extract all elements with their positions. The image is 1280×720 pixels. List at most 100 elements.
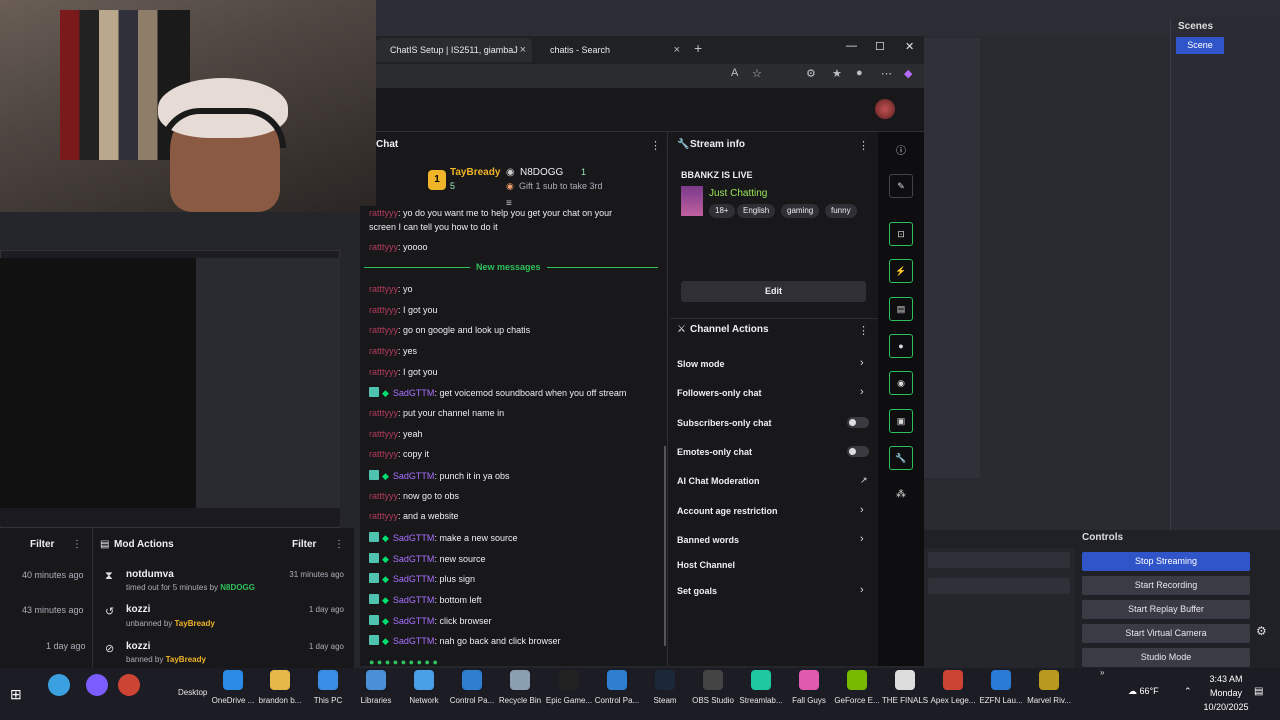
diamond-badge-icon[interactable]: ◆ — [382, 616, 389, 627]
add-shortcut-icon[interactable]: ⁂ — [896, 489, 906, 500]
studio-mode-button[interactable]: Studio Mode — [1082, 648, 1250, 667]
broadcast-icon[interactable]: ◉ — [889, 371, 913, 395]
chat-username[interactable]: SadGTTM — [393, 574, 435, 584]
start-replay-buffer-button[interactable]: Start Replay Buffer — [1082, 600, 1250, 619]
chat-username[interactable]: ratttyyy — [369, 284, 398, 294]
avatar[interactable] — [875, 99, 895, 119]
maximize-icon[interactable]: ☐ — [875, 40, 885, 53]
close-icon[interactable]: ✕ — [905, 40, 914, 53]
diamond-badge-icon[interactable]: ◆ — [382, 471, 389, 482]
taskbar-app-9[interactable]: Steam — [641, 670, 689, 705]
tab-chatis-setup[interactable]: ChatIS Setup | IS2511, giambaJ × — [376, 38, 532, 62]
channel-action-2[interactable]: Subscribers-only chat — [677, 418, 772, 428]
chrome-icon[interactable] — [118, 674, 140, 696]
channel-action-5[interactable]: Account age restriction — [677, 506, 778, 516]
chat-username[interactable]: ratttyyy — [369, 242, 398, 252]
diamond-badge-icon[interactable]: ◆ — [382, 388, 389, 399]
sub-badge-icon[interactable] — [369, 532, 379, 542]
toggle-switch[interactable] — [847, 446, 869, 457]
toggle-switch[interactable] — [847, 417, 869, 428]
sub-badge-icon[interactable] — [369, 594, 379, 604]
taskbar-app-17[interactable]: Marvel Riv... — [1025, 670, 1073, 705]
leader-second-name[interactable]: N8DOGG — [520, 167, 563, 178]
chat-username[interactable]: ratttyyy — [369, 208, 398, 218]
windows-start-icon[interactable]: ⊞ — [10, 686, 22, 703]
mod-by[interactable]: TayBready — [175, 619, 215, 628]
taskbar-app-13[interactable]: GeForce E... — [833, 670, 881, 705]
clock-date[interactable]: 10/20/2025 — [1200, 702, 1252, 712]
more-icon[interactable]: ⋮ — [858, 139, 869, 152]
new-tab-button[interactable]: + — [694, 40, 702, 56]
tag[interactable]: 18+ — [709, 204, 735, 218]
sub-badge-icon[interactable] — [369, 553, 379, 563]
desktop-label[interactable]: Desktop — [178, 688, 207, 697]
chevron-right-icon[interactable]: › — [860, 357, 864, 369]
chevron-right-icon[interactable]: » — [1100, 668, 1104, 677]
edit-button[interactable]: Edit — [681, 281, 866, 302]
taskbar-app-2[interactable]: This PC — [304, 670, 352, 705]
more-icon[interactable]: ⋮ — [334, 539, 344, 550]
channel-action-6[interactable]: Banned words — [677, 535, 739, 545]
diamond-badge-icon[interactable]: ◆ — [382, 554, 389, 565]
lightning-icon[interactable]: ⚡ — [889, 259, 913, 283]
pencil-icon[interactable]: ✎ — [889, 174, 913, 198]
document-icon[interactable]: ▤ — [889, 297, 913, 321]
start-recording-button[interactable]: Start Recording — [1082, 576, 1250, 595]
chat-username[interactable]: ratttyyy — [369, 408, 398, 418]
chat-username[interactable]: ratttyyy — [369, 449, 398, 459]
taskbar-app-14[interactable]: THE FINALS — [881, 670, 929, 705]
clock-time[interactable]: 3:43 AM — [1206, 674, 1246, 684]
notification-icon[interactable]: ▤ — [1254, 686, 1263, 697]
diamond-badge-icon[interactable]: ◆ — [382, 574, 389, 585]
chat-username[interactable]: ratttyyy — [369, 305, 398, 315]
channel-action-4[interactable]: AI Chat Moderation — [677, 476, 760, 486]
chat-username[interactable]: SadGTTM — [393, 471, 435, 481]
start-virtual-camera-button[interactable]: Start Virtual Camera — [1082, 624, 1250, 643]
close-icon[interactable]: × — [520, 38, 526, 62]
channel-action-3[interactable]: Emotes-only chat — [677, 447, 752, 457]
chevron-right-icon[interactable]: › — [860, 386, 864, 398]
info-icon[interactable]: ⓘ — [896, 142, 906, 157]
chat-username[interactable]: SadGTTM — [393, 595, 435, 605]
taskbar-app-0[interactable]: OneDrive ... — [209, 670, 257, 705]
tray-chevron-icon[interactable]: ⌃ — [1184, 686, 1192, 697]
taskbar-app-7[interactable]: Epic Game... — [545, 670, 593, 705]
sub-badge-icon[interactable] — [369, 615, 379, 625]
channel-action-7[interactable]: Host Channel — [677, 560, 735, 570]
favorites-icon[interactable]: ★ — [832, 67, 842, 80]
channel-action-0[interactable]: Slow mode — [677, 359, 725, 369]
filter-button[interactable]: Filter — [30, 539, 54, 550]
mod-user[interactable]: kozzi — [126, 641, 150, 652]
sub-badge-icon[interactable] — [369, 470, 379, 480]
taskbar-app-12[interactable]: Fall Guys — [785, 670, 833, 705]
channel-action-8[interactable]: Set goals — [677, 586, 717, 596]
chat-username[interactable]: SadGTTM — [393, 388, 435, 398]
diamond-badge-icon[interactable]: ◆ — [382, 533, 389, 544]
shortcut-1-icon[interactable]: ⊡ — [889, 222, 913, 246]
chevron-right-icon[interactable]: › — [860, 504, 864, 516]
mixer-bar[interactable] — [928, 552, 1070, 568]
taskbar-app-3[interactable]: Libraries — [352, 670, 400, 705]
gift-text[interactable]: Gift 1 sub to take 3rd — [519, 181, 603, 191]
taskbar-app-11[interactable]: Streamlab... — [737, 670, 785, 705]
profile-icon[interactable]: ● — [856, 67, 863, 79]
clock-day[interactable]: Monday — [1206, 688, 1246, 698]
chat-username[interactable]: ratttyyy — [369, 325, 398, 335]
menu-icon[interactable]: ⋯ — [881, 67, 892, 80]
taskbar-app-10[interactable]: OBS Studio — [689, 670, 737, 705]
stream-category[interactable]: Just Chatting — [709, 188, 767, 199]
chat-bubble-icon[interactable]: ● — [889, 334, 913, 358]
chat-username[interactable]: ratttyyy — [369, 511, 398, 521]
taskbar-app-1[interactable]: brandon b... — [256, 670, 304, 705]
taskbar-app-15[interactable]: Apex Lege... — [929, 670, 977, 705]
sub-badge-icon[interactable] — [369, 387, 379, 397]
chat-username[interactable]: SadGTTM — [393, 636, 435, 646]
diamond-badge-icon[interactable]: ◆ — [382, 595, 389, 606]
external-link-icon[interactable]: ↗ — [860, 475, 868, 486]
read-aloud-icon[interactable]: A — [731, 67, 738, 79]
tag[interactable]: English — [737, 204, 776, 218]
taskbar-app-16[interactable]: EZFN Lau... — [977, 670, 1025, 705]
tag[interactable]: gaming — [781, 204, 820, 218]
chevron-right-icon[interactable]: › — [860, 533, 864, 545]
leader-first-name[interactable]: TayBready — [450, 167, 500, 178]
